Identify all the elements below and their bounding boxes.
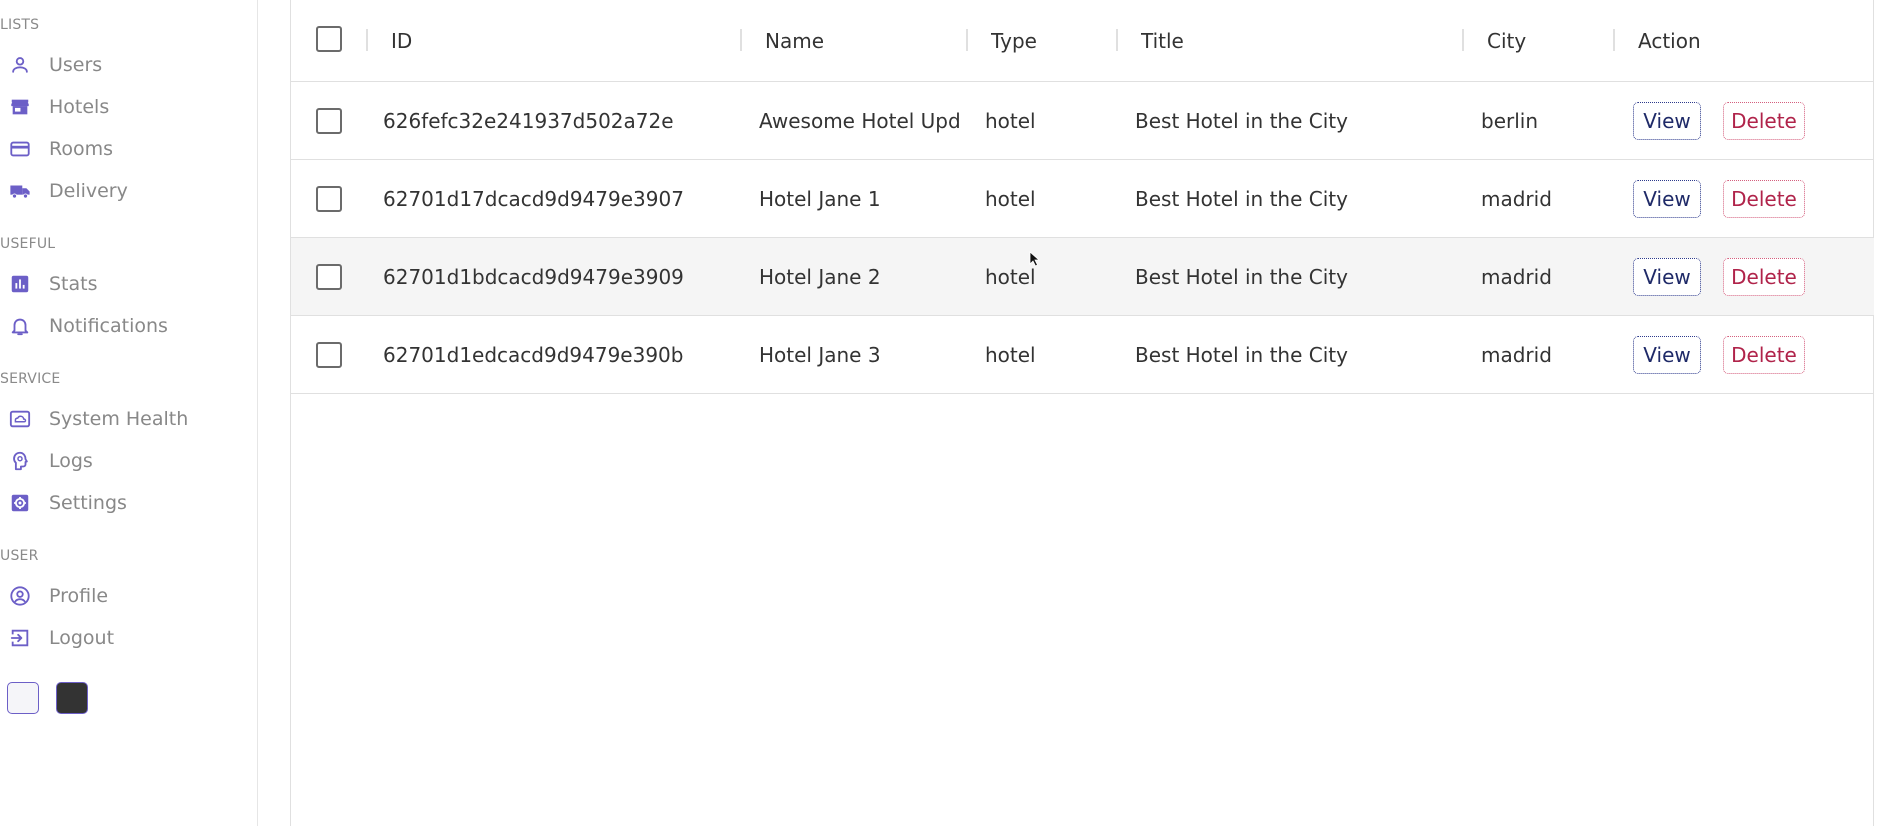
view-button[interactable]: View [1633,180,1701,218]
row-checkbox[interactable] [316,342,342,368]
sidebar-item-label: Users [49,54,103,76]
credit-card-icon [8,137,32,161]
delete-button[interactable]: Delete [1723,180,1805,218]
column-header-type[interactable]: Type [991,0,1037,81]
table-row[interactable]: 626fefc32e241937d502a72e Awesome Hotel U… [291,82,1874,160]
sidebar-item-label: Stats [49,273,98,295]
cell-id: 62701d1edcacd9d9479e390b [383,342,684,367]
grid-header-row: ID Name Type Title City Action [291,0,1874,82]
cell-type: hotel [985,342,1036,367]
sidebar-item-users[interactable]: Users [0,49,250,81]
section-title-user: USER [0,548,39,564]
person-outline-icon [8,53,32,77]
column-header-title[interactable]: Title [1141,0,1184,81]
brain-icon [8,449,32,473]
store-icon [8,95,32,119]
column-separator[interactable] [1613,29,1615,51]
sidebar-item-label: Profile [49,585,109,607]
row-checkbox[interactable] [316,264,342,290]
cell-type: hotel [985,186,1036,211]
column-separator[interactable] [1116,29,1118,51]
column-separator[interactable] [1462,29,1464,51]
view-button[interactable]: View [1633,258,1701,296]
cell-id: 62701d1bdcacd9d9479e3909 [383,264,684,289]
sidebar-item-rooms[interactable]: Rooms [0,133,250,165]
truck-icon [8,179,32,203]
sidebar-item-label: Rooms [49,138,114,160]
cell-name: Hotel Jane 3 [759,342,881,367]
cell-city: madrid [1481,342,1552,367]
sidebar-item-label: Delivery [49,180,128,202]
cell-city: berlin [1481,108,1539,133]
cell-title: Best Hotel in the City [1135,264,1348,289]
row-checkbox[interactable] [316,108,342,134]
cell-title: Best Hotel in the City [1135,342,1348,367]
delete-button[interactable]: Delete [1723,102,1805,140]
exit-to-app-icon [8,626,32,650]
sidebar-item-settings[interactable]: Settings [0,487,250,519]
column-header-action[interactable]: Action [1638,0,1701,81]
cell-city: madrid [1481,264,1552,289]
mouse-cursor-icon [1029,251,1041,267]
column-separator[interactable] [740,29,742,51]
sidebar-item-logs[interactable]: Logs [0,445,250,477]
section-title-lists: LISTS [0,17,40,33]
table-row[interactable]: 62701d1bdcacd9d9479e3909 Hotel Jane 2 ho… [291,238,1874,316]
column-separator[interactable] [366,29,368,51]
account-circle-icon [8,584,32,608]
settings-gear-icon [8,491,32,515]
sidebar-item-label: Settings [49,492,127,514]
column-header-city[interactable]: City [1487,0,1526,81]
sidebar-item-hotels[interactable]: Hotels [0,91,250,123]
cell-name: Hotel Jane 2 [759,264,881,289]
table-row[interactable]: 62701d17dcacd9d9479e3907 Hotel Jane 1 ho… [291,160,1874,238]
bell-icon [8,314,32,338]
theme-light-swatch[interactable] [7,682,39,714]
sidebar-item-system-health[interactable]: System Health [0,403,250,435]
cell-id: 62701d17dcacd9d9479e3907 [383,186,684,211]
cell-title: Best Hotel in the City [1135,186,1348,211]
sidebar-item-label: Logs [49,450,93,472]
sidebar-item-label: Hotels [49,96,110,118]
cloud-monitor-icon [8,407,32,431]
cell-name: Awesome Hotel Upda [759,108,959,133]
delete-button[interactable]: Delete [1723,336,1805,374]
data-grid: ID Name Type Title City Action 626fefc32… [290,0,1874,826]
cell-title: Best Hotel in the City [1135,108,1348,133]
column-header-name[interactable]: Name [765,0,824,81]
delete-button[interactable]: Delete [1723,258,1805,296]
sidebar-item-delivery[interactable]: Delivery [0,175,250,207]
sidebar-item-profile[interactable]: Profile [0,580,250,612]
view-button[interactable]: View [1633,336,1701,374]
app-root: LISTS Users Hotels Rooms Delivery USEFUL… [0,0,1894,826]
cell-type: hotel [985,108,1036,133]
column-header-id[interactable]: ID [391,0,412,81]
select-all-checkbox[interactable] [316,26,342,52]
cell-name: Hotel Jane 1 [759,186,881,211]
cell-id: 626fefc32e241937d502a72e [383,108,674,133]
sidebar-item-stats[interactable]: Stats [0,268,250,300]
cell-city: madrid [1481,186,1552,211]
sidebar-item-label: Notifications [49,315,168,337]
sidebar-item-label: Logout [49,627,115,649]
cell-type: hotel [985,264,1036,289]
sidebar-item-label: System Health [49,408,189,430]
sidebar: LISTS Users Hotels Rooms Delivery USEFUL… [0,0,258,826]
sidebar-item-logout[interactable]: Logout [0,622,250,654]
row-checkbox[interactable] [316,186,342,212]
section-title-service: SERVICE [0,371,61,387]
section-title-useful: USEFUL [0,236,56,252]
table-row[interactable]: 62701d1edcacd9d9479e390b Hotel Jane 3 ho… [291,316,1874,394]
bar-chart-icon [8,272,32,296]
column-separator[interactable] [966,29,968,51]
sidebar-item-notifications[interactable]: Notifications [0,310,250,342]
theme-dark-swatch[interactable] [56,682,88,714]
view-button[interactable]: View [1633,102,1701,140]
